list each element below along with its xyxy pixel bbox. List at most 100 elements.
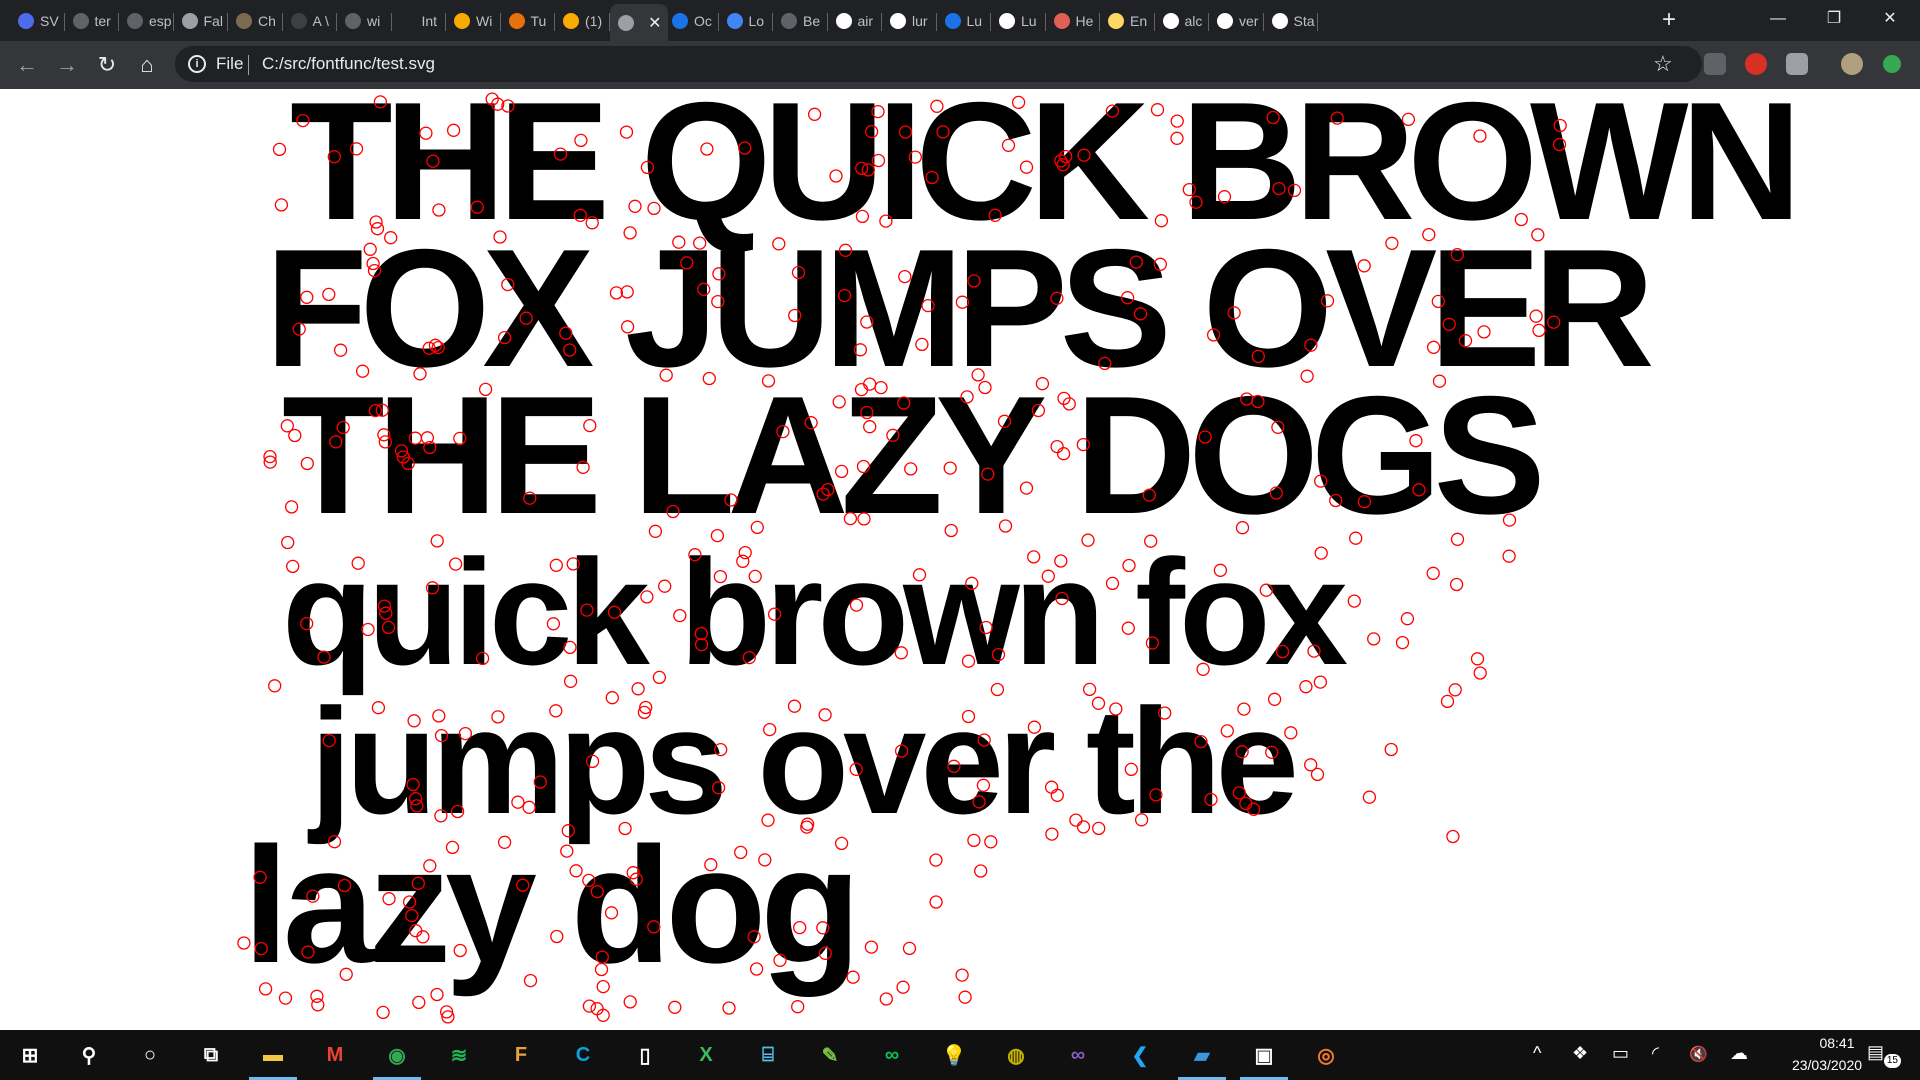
tab-int[interactable]: Int (392, 4, 446, 38)
battery-icon[interactable]: ▭ (1612, 1043, 1629, 1064)
c-app-icon[interactable]: C (567, 1039, 599, 1071)
file-explorer-icon[interactable]: ▬ (249, 1039, 297, 1080)
task-view-button[interactable]: ⧉ (195, 1039, 227, 1071)
file-icon[interactable]: ▯ (629, 1039, 661, 1071)
tab-current[interactable]: ✕ (609, 4, 668, 41)
notification-center-button[interactable]: ▤ 15 (1867, 1042, 1901, 1068)
tab-label: Oc (694, 13, 712, 29)
xmind-icon[interactable]: X (690, 1039, 722, 1071)
control-point (1470, 652, 1485, 666)
forward-button[interactable]: → (53, 51, 81, 79)
control-point (929, 853, 943, 867)
tray-chevron-icon[interactable]: ^ (1533, 1043, 1541, 1064)
red-extension-icon[interactable] (1745, 53, 1767, 75)
globe-app-icon[interactable]: ◍ (1000, 1039, 1032, 1071)
update-icon[interactable] (1883, 55, 1901, 73)
blender-icon[interactable]: ◎ (1310, 1039, 1342, 1071)
close-tab-icon[interactable]: ✕ (648, 13, 661, 33)
spotify-icon[interactable]: ≋ (443, 1039, 475, 1071)
url-text[interactable]: C:/src/fontfunc/test.svg (262, 54, 435, 74)
control-point (955, 968, 969, 982)
azure-storage-icon[interactable]: ▰ (1178, 1039, 1226, 1080)
avatar[interactable] (1841, 53, 1863, 75)
google-icon (1162, 13, 1179, 29)
tab-lo[interactable]: Lo (719, 4, 773, 38)
tab-label: Int (421, 13, 438, 29)
bookmark-star-icon[interactable]: ☆ (1653, 51, 1673, 77)
tab-wi[interactable]: wi (337, 4, 392, 38)
puzzle-extension-icon[interactable] (1786, 53, 1808, 75)
shield-extension-icon[interactable] (1704, 53, 1726, 75)
control-point (1446, 829, 1460, 844)
control-point (896, 980, 910, 994)
document-app-icon[interactable]: F (505, 1039, 537, 1071)
tab-air[interactable]: air (828, 4, 882, 38)
search-button[interactable]: ⚲ (73, 1039, 105, 1071)
tab-label: Wi (476, 13, 493, 29)
tab-1[interactable]: (1) (555, 4, 610, 38)
minimize-button[interactable]: — (1750, 0, 1806, 38)
close-window-button[interactable]: ✕ (1862, 0, 1918, 38)
control-point (1347, 594, 1361, 608)
tab-sv[interactable]: SV (10, 4, 65, 38)
tab-label: Be (803, 13, 821, 29)
tab-ver[interactable]: ver (1209, 4, 1264, 38)
control-point (268, 679, 282, 693)
google-icon (835, 13, 852, 29)
notepad-icon[interactable]: ✎ (814, 1039, 846, 1071)
tab-en[interactable]: En (1100, 4, 1155, 38)
vscode-icon[interactable]: ❮ (1124, 1039, 1156, 1071)
cortana-button[interactable]: ○ (134, 1039, 166, 1071)
tab-fal[interactable]: Fal (174, 4, 228, 38)
bookmark-icon (1108, 13, 1124, 29)
start-button[interactable]: ⊞ (14, 1039, 46, 1071)
l-icon (944, 13, 961, 29)
tab-lu[interactable]: Lu (991, 4, 1046, 38)
control-point (902, 941, 917, 956)
control-point (1400, 612, 1415, 626)
volume-icon[interactable]: 🔇 (1689, 1045, 1708, 1063)
home-button[interactable]: ⌂ (133, 51, 161, 79)
graduation-cap-icon (399, 13, 416, 29)
gmail-icon[interactable]: M (319, 1039, 351, 1071)
back-button[interactable]: ← (13, 51, 41, 79)
bulb-icon[interactable]: 💡 (938, 1039, 970, 1071)
tab-ter[interactable]: ter (65, 4, 119, 38)
tab-oc[interactable]: Oc (664, 4, 719, 38)
tab-lu[interactable]: Lu (937, 4, 991, 38)
wifi-icon[interactable]: ◜ (1652, 1043, 1659, 1064)
tab-lur[interactable]: lur (882, 4, 937, 38)
tab-ch[interactable]: Ch (228, 4, 283, 38)
control-point (1426, 566, 1440, 580)
tab-he[interactable]: He (1046, 4, 1100, 38)
drive-icon (672, 13, 688, 29)
g-icon (454, 13, 470, 29)
info-icon[interactable]: i (188, 55, 206, 73)
tab-alc[interactable]: alc (1155, 4, 1209, 38)
tab-sta[interactable]: Sta (1264, 4, 1318, 38)
dropbox-icon[interactable]: ❖ (1572, 1043, 1588, 1064)
g-icon (563, 13, 579, 29)
tab-be[interactable]: Be (773, 4, 828, 38)
control-point (311, 998, 325, 1012)
github-icon (345, 13, 361, 29)
onedrive-icon[interactable]: ☁ (1730, 1043, 1748, 1064)
control-point (864, 940, 879, 954)
chrome-icon[interactable]: ◉ (373, 1039, 421, 1080)
photos-icon[interactable]: ▣ (1240, 1039, 1288, 1080)
taskbar: 08:41 23/03/2020 ▤ 15 ^ ❖ ▭ ◜ 🔇 ☁ ⊞ ⚲ ○ ⧉ ▬ M… (0, 1030, 1920, 1080)
new-tab-button[interactable]: + (1655, 6, 1683, 34)
visual-studio-icon[interactable]: ∞ (1062, 1039, 1094, 1071)
site-icon (236, 13, 252, 29)
tab-esp[interactable]: esp (119, 4, 174, 38)
tab-tu[interactable]: Tu (501, 4, 555, 38)
terminal-icon[interactable]: ⌸ (752, 1039, 784, 1071)
control-point (1440, 694, 1455, 709)
tab-label: Tu (530, 13, 547, 29)
tab-wi[interactable]: Wi (446, 4, 501, 38)
infinity-app-icon[interactable]: ∞ (876, 1039, 908, 1071)
reload-button[interactable]: ↻ (93, 51, 121, 79)
tab-a[interactable]: A \ (283, 4, 337, 38)
restore-button[interactable]: ❐ (1806, 0, 1862, 38)
pinwheel-icon (508, 13, 525, 29)
